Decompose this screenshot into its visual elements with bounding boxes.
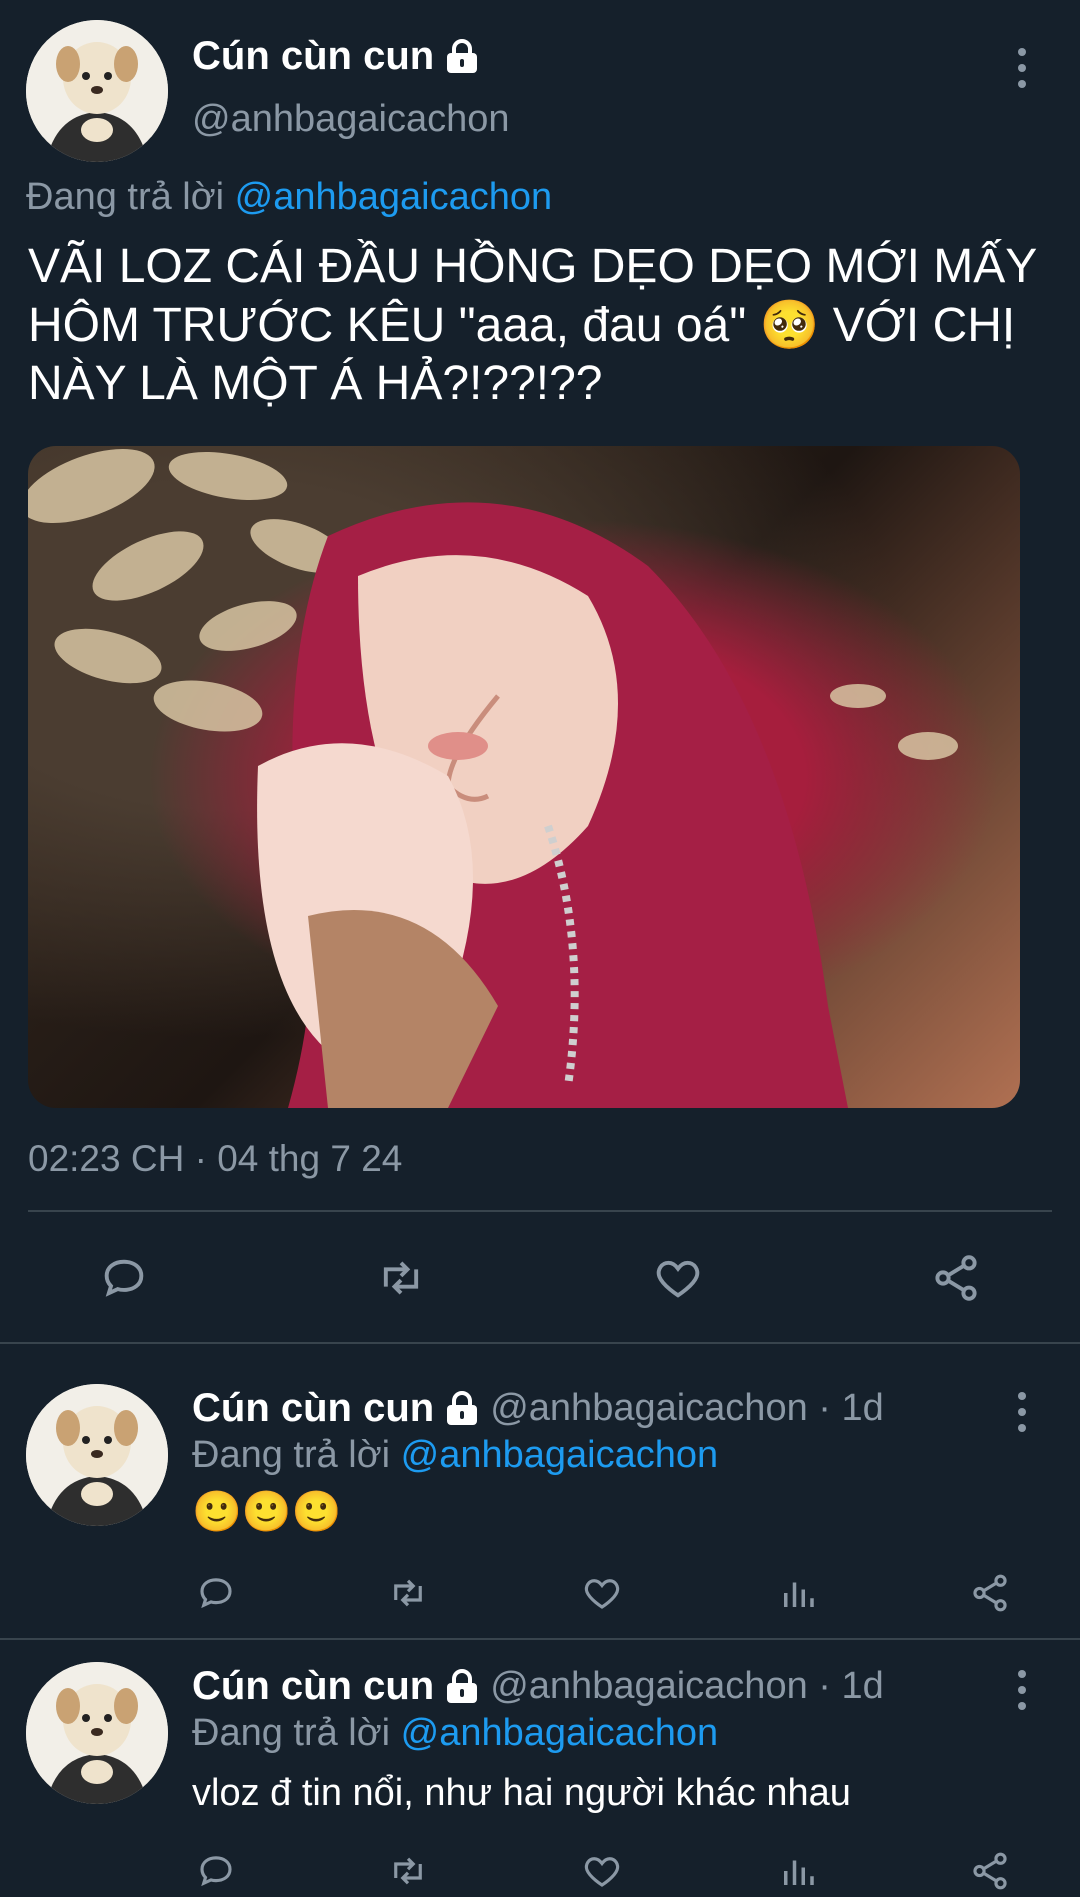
reply-icon[interactable]	[194, 1850, 238, 1897]
share-icon[interactable]	[928, 1252, 984, 1309]
more-icon[interactable]	[1012, 1392, 1032, 1432]
more-icon[interactable]	[1012, 48, 1032, 88]
replying-to: Đang trả lời @anhbagaicachon	[192, 1712, 719, 1754]
timestamp[interactable]: 02:23 CH · 04 thg 7 24	[28, 1138, 402, 1180]
avatar[interactable]	[26, 1384, 168, 1526]
display-name[interactable]: Cún cùn cun	[192, 1386, 480, 1431]
divider	[0, 1342, 1080, 1344]
retweet-icon[interactable]	[384, 1572, 432, 1619]
like-icon[interactable]	[650, 1252, 706, 1309]
avatar[interactable]	[26, 1662, 168, 1804]
lock-icon	[444, 1668, 480, 1705]
like-icon[interactable]	[580, 1850, 624, 1897]
replying-to: Đang trả lời @anhbagaicachon	[26, 176, 553, 218]
reply-icon[interactable]	[96, 1252, 152, 1309]
like-icon[interactable]	[580, 1572, 624, 1619]
share-icon[interactable]	[968, 1572, 1012, 1619]
handle-time[interactable]: @anhbagaicachon · 1d	[490, 1665, 884, 1708]
reply-header: Cún cùn cun @anhbagaicachon · 1d	[192, 1386, 884, 1431]
handle-time[interactable]: @anhbagaicachon · 1d	[490, 1387, 884, 1430]
reply-icon[interactable]	[194, 1572, 238, 1619]
reply-text: vloz đ tin nổi, như hai người khác nhau	[192, 1772, 851, 1814]
tweet-text: VÃI LOZ CÁI ĐẦU HỒNG DẸO DẸO MỚI MẤY HÔM…	[28, 240, 1038, 410]
lock-icon	[444, 38, 480, 75]
analytics-icon[interactable]	[776, 1572, 820, 1619]
tweet-photo[interactable]	[28, 446, 1020, 1108]
handle[interactable]: @anhbagaicachon	[192, 98, 510, 141]
more-icon[interactable]	[1012, 1670, 1032, 1710]
divider	[0, 1638, 1080, 1640]
display-name[interactable]: Cún cùn cun	[192, 34, 480, 79]
display-name[interactable]: Cún cùn cun	[192, 1664, 480, 1709]
share-icon[interactable]	[968, 1850, 1012, 1897]
reply-to-link[interactable]: @anhbagaicachon	[401, 1712, 719, 1754]
pleading-face-emoji: 🥺	[759, 297, 820, 353]
lock-icon	[444, 1390, 480, 1427]
reply-header: Cún cùn cun @anhbagaicachon · 1d	[192, 1664, 884, 1709]
divider	[28, 1210, 1052, 1212]
reply-to-link[interactable]: @anhbagaicachon	[401, 1434, 719, 1476]
reply-to-link[interactable]: @anhbagaicachon	[235, 176, 553, 218]
replying-to: Đang trả lời @anhbagaicachon	[192, 1434, 719, 1476]
retweet-icon[interactable]	[384, 1850, 432, 1897]
retweet-icon[interactable]	[370, 1252, 432, 1309]
reply-text: 🙂🙂🙂	[192, 1489, 342, 1535]
avatar[interactable]	[26, 20, 168, 162]
analytics-icon[interactable]	[776, 1850, 820, 1897]
